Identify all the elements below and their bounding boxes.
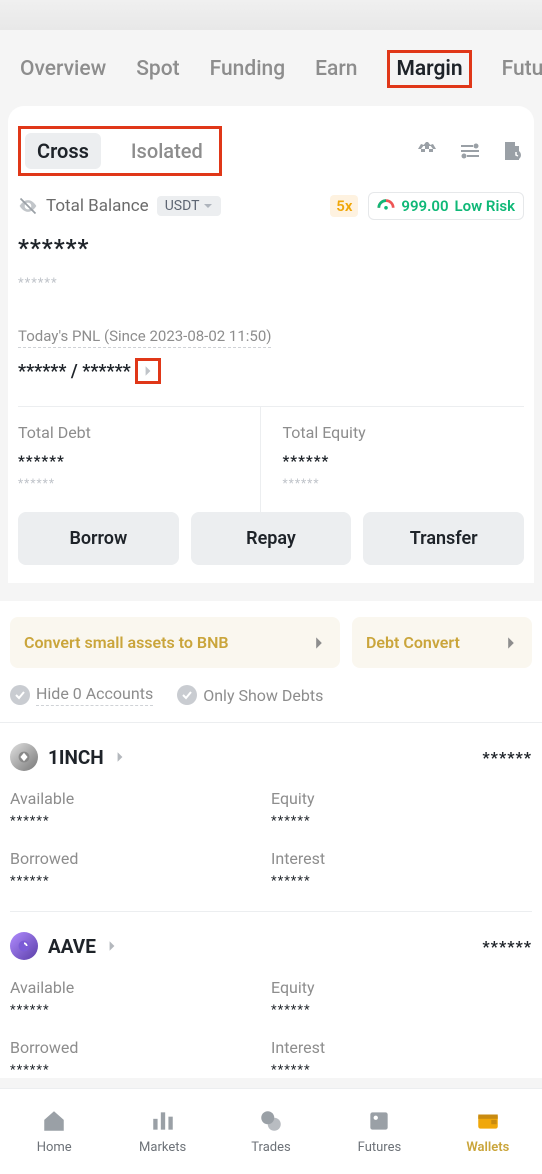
home-icon (41, 1108, 67, 1134)
hide-zero-toggle[interactable]: Hide 0 Accounts (10, 684, 153, 706)
nav-label: Markets (139, 1140, 186, 1155)
tab-margin[interactable]: Margin (387, 50, 471, 88)
tab-spot[interactable]: Spot (136, 57, 179, 81)
borrowed-label: Borrowed (10, 849, 271, 868)
share-icon[interactable] (416, 139, 440, 163)
only-debts-toggle[interactable]: Only Show Debts (177, 685, 323, 705)
borrowed-label: Borrowed (10, 1038, 271, 1057)
asset-symbol: AAVE (48, 935, 96, 958)
tab-futures[interactable]: Futu (502, 57, 542, 81)
borrowed-value: ****** (10, 874, 271, 889)
asset-row[interactable]: AAVE ****** Available ****** Borrowed **… (0, 912, 542, 1078)
coin-icon (10, 743, 38, 771)
equity-value: ****** (271, 814, 532, 829)
nav-futures[interactable]: Futures (325, 1089, 433, 1174)
borrow-button[interactable]: Borrow (18, 512, 179, 565)
total-balance-label: Total Balance (46, 196, 149, 216)
debt-equity-row: Total Debt ****** ****** Total Equity **… (18, 406, 524, 512)
total-balance-fiat: ****** (18, 276, 524, 291)
pnl-value: ****** / ****** (18, 361, 131, 382)
action-buttons: Borrow Repay Transfer (8, 512, 534, 583)
history-icon[interactable] (500, 139, 524, 163)
available-value: ****** (10, 1003, 271, 1018)
total-balance-value: ****** (18, 234, 524, 262)
tab-earn[interactable]: Earn (315, 57, 357, 81)
currency-value: USDT (165, 198, 200, 214)
asset-symbol: 1INCH (48, 746, 104, 769)
pnl-label[interactable]: Today's PNL (Since 2023-08-02 11:50) (18, 327, 271, 348)
hide-zero-label: Hide 0 Accounts (36, 684, 153, 706)
equity-label: Equity (271, 978, 532, 997)
nav-label: Home (37, 1140, 72, 1155)
pnl-details-button[interactable] (135, 358, 161, 384)
status-bar (0, 0, 542, 30)
currency-selector[interactable]: USDT (157, 196, 222, 216)
total-debt-fiat: ****** (18, 476, 260, 490)
equity-value: ****** (271, 1003, 532, 1018)
total-debt-value: ****** (18, 452, 260, 470)
debt-convert-label: Debt Convert (366, 633, 460, 652)
convert-bnb-label: Convert small assets to BNB (24, 633, 229, 652)
nav-label: Wallets (466, 1140, 509, 1155)
tab-isolated[interactable]: Isolated (119, 133, 215, 169)
available-label: Available (10, 978, 271, 997)
trades-icon (258, 1108, 284, 1134)
gauge-icon (377, 197, 395, 215)
check-icon (10, 685, 30, 705)
visibility-off-icon[interactable] (18, 196, 38, 216)
nav-home[interactable]: Home (0, 1089, 108, 1174)
available-value: ****** (10, 814, 271, 829)
convert-row: Convert small assets to BNB Debt Convert (0, 601, 542, 684)
chevron-right-icon (312, 636, 326, 650)
chevron-right-icon (114, 751, 126, 763)
interest-value: ****** (271, 874, 532, 889)
only-debts-label: Only Show Debts (203, 686, 323, 705)
total-equity-fiat: ****** (283, 476, 525, 490)
settings-icon[interactable] (458, 139, 482, 163)
wallet-icon (475, 1108, 501, 1134)
wallet-category-tabs: Overview Spot Funding Earn Margin Futu (0, 30, 542, 106)
total-equity-label: Total Equity (283, 423, 525, 442)
bottom-nav: Home Markets Trades Futures Wallets (0, 1088, 542, 1174)
tab-cross[interactable]: Cross (25, 133, 101, 169)
futures-icon (366, 1108, 392, 1134)
total-debt-label: Total Debt (18, 423, 260, 442)
nav-trades[interactable]: Trades (217, 1089, 325, 1174)
check-icon (177, 685, 197, 705)
interest-label: Interest (271, 1038, 532, 1057)
nav-wallets[interactable]: Wallets (434, 1089, 542, 1174)
tab-overview[interactable]: Overview (20, 57, 106, 81)
asset-amount: ****** (482, 937, 532, 956)
chevron-right-icon (106, 940, 118, 952)
debt-convert-button[interactable]: Debt Convert (352, 617, 532, 668)
pnl-row: ****** / ****** (18, 358, 524, 384)
risk-label: Low Risk (455, 197, 515, 215)
risk-indicator[interactable]: 999.00 Low Risk (368, 192, 524, 220)
chevron-right-icon (504, 636, 518, 650)
margin-mode-tabs: Cross Isolated (18, 126, 222, 176)
equity-label: Equity (271, 789, 532, 808)
chevron-right-icon (142, 365, 154, 377)
chevron-down-icon (203, 201, 213, 211)
nav-label: Futures (358, 1140, 402, 1155)
interest-label: Interest (271, 849, 532, 868)
nav-markets[interactable]: Markets (108, 1089, 216, 1174)
leverage-badge[interactable]: 5x (330, 195, 358, 217)
markets-icon (150, 1108, 176, 1134)
asset-row[interactable]: 1INCH ****** Available ****** Borrowed *… (0, 722, 542, 912)
repay-button[interactable]: Repay (191, 512, 352, 565)
asset-amount: ****** (482, 748, 532, 767)
borrowed-value: ****** (10, 1063, 271, 1078)
interest-value: ****** (271, 1063, 532, 1078)
coin-icon (10, 932, 38, 960)
tab-funding[interactable]: Funding (210, 57, 286, 81)
convert-small-assets-button[interactable]: Convert small assets to BNB (10, 617, 340, 668)
available-label: Available (10, 789, 271, 808)
nav-label: Trades (251, 1140, 290, 1155)
total-equity-value: ****** (283, 452, 525, 470)
risk-value: 999.00 (401, 197, 448, 215)
transfer-button[interactable]: Transfer (363, 512, 524, 565)
margin-card: Cross Isolated Total Balance USDT 5x 999… (8, 106, 534, 583)
asset-filters: Hide 0 Accounts Only Show Debts (0, 684, 542, 722)
